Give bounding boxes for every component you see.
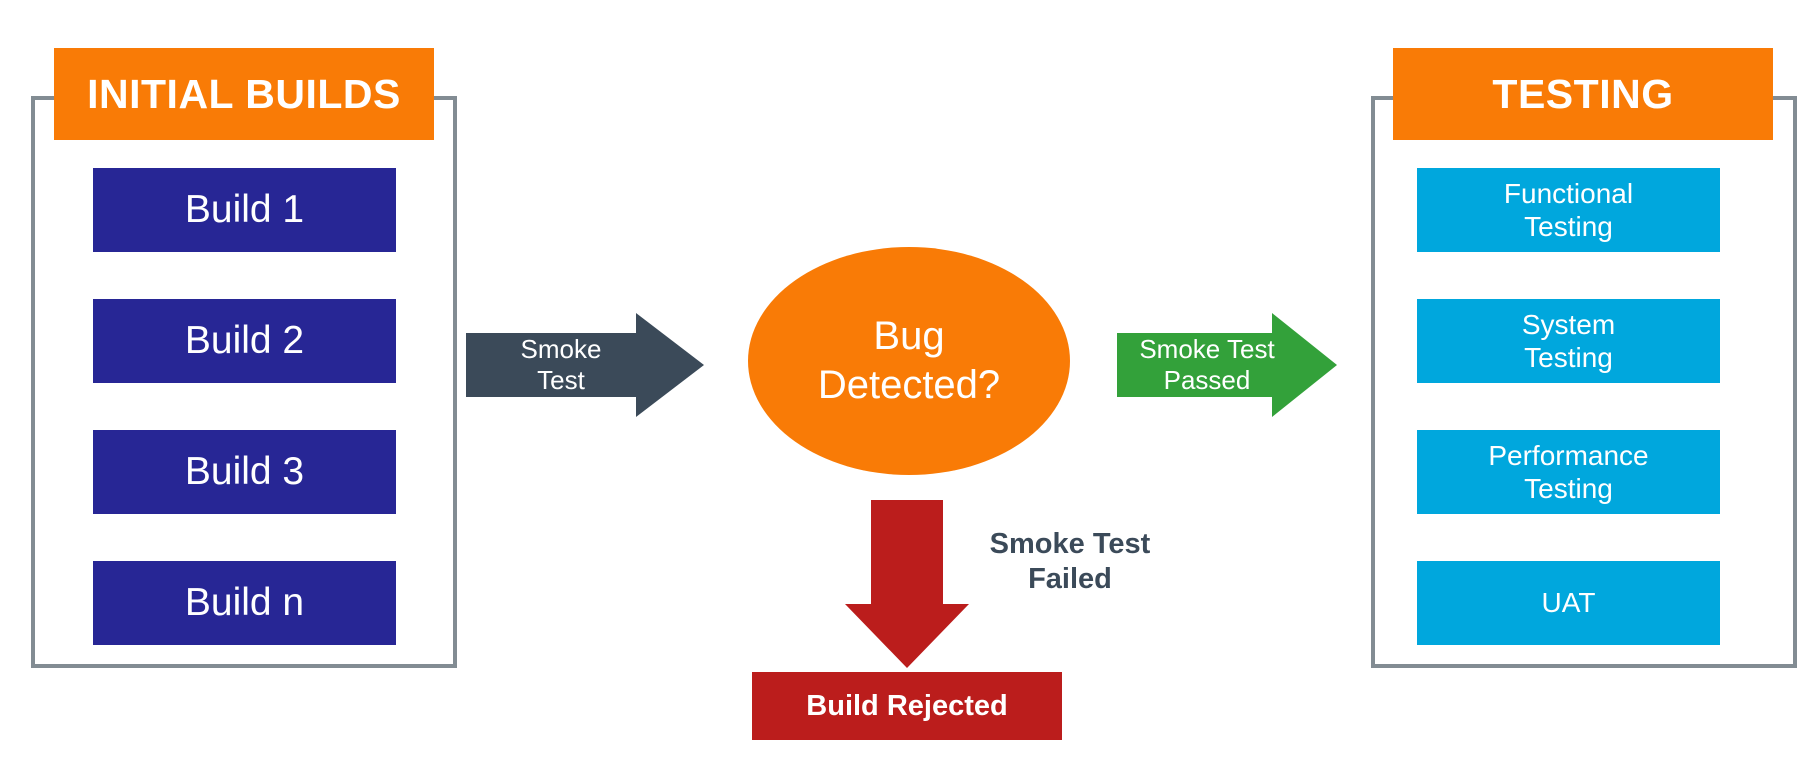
- bug-detected-decision-label: Bug Detected?: [817, 314, 1001, 407]
- test-box-performance-testing[interactable]: Performance Testing: [1417, 430, 1720, 514]
- build-rejected-label: Build Rejected: [806, 689, 1008, 722]
- test-box-system-testing[interactable]: System Testing: [1417, 299, 1720, 383]
- build-box-2-label: Build 2: [184, 318, 305, 362]
- smoke-test-arrow-label: Smoke Test: [520, 334, 602, 395]
- build-box-1[interactable]: Build 1: [93, 168, 396, 252]
- smoke-test-failed-arrow: [845, 500, 969, 668]
- smoke-test-failed-arrow-label: Smoke Test Failed: [989, 528, 1151, 595]
- build-box-3[interactable]: Build 3: [93, 430, 396, 514]
- build-rejected-box[interactable]: Build Rejected: [752, 672, 1062, 740]
- initial-builds-header: INITIAL BUILDS: [54, 48, 434, 140]
- bug-detected-decision[interactable]: Bug Detected?: [748, 247, 1070, 475]
- diagram-canvas: INITIAL BUILDS Build 1 Build 2 Build 3 B…: [0, 0, 1800, 774]
- test-box-functional-testing[interactable]: Functional Testing: [1417, 168, 1720, 252]
- build-box-3-label: Build 3: [184, 449, 305, 493]
- test-box-uat-label: UAT: [1541, 587, 1596, 619]
- test-box-functional-testing-label: Functional Testing: [1503, 177, 1634, 242]
- build-box-n[interactable]: Build n: [93, 561, 396, 645]
- smoke-test-failed-arrow-shape: [845, 500, 969, 668]
- test-box-system-testing-label: System Testing: [1521, 308, 1616, 373]
- smoke-test-passed-arrow-label: Smoke Test Passed: [1139, 334, 1275, 395]
- build-box-n-label: Build n: [184, 580, 305, 624]
- build-box-1-label: Build 1: [184, 187, 305, 231]
- build-box-2[interactable]: Build 2: [93, 299, 396, 383]
- test-box-uat[interactable]: UAT: [1417, 561, 1720, 645]
- test-box-performance-testing-label: Performance Testing: [1488, 439, 1649, 504]
- testing-header: TESTING: [1393, 48, 1773, 140]
